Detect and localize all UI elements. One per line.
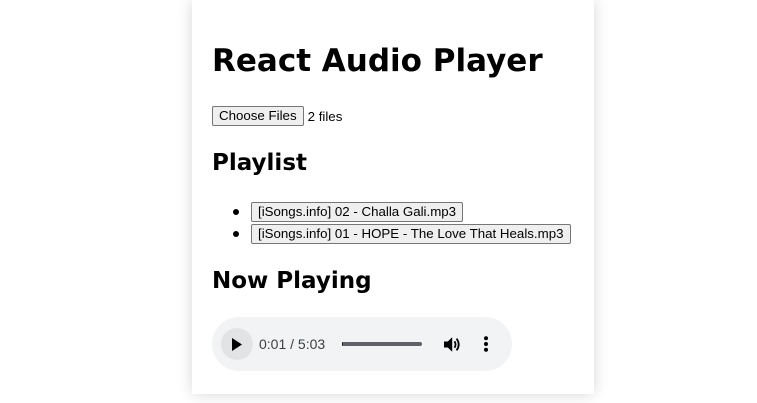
page-title: React Audio Player [212,43,543,79]
list-item: [iSongs.info] 02 - Challa Gali.mp3 [212,201,571,223]
track-button-hope[interactable]: [iSongs.info] 01 - HOPE - The Love That … [251,224,571,244]
bullet-icon [233,231,239,237]
more-options-button[interactable] [476,334,496,354]
volume-icon [444,336,460,352]
file-picker: Choose Files 2 files [212,106,342,126]
now-playing-heading: Now Playing [212,268,372,294]
more-vert-icon [484,336,488,352]
bullet-icon [233,209,239,215]
playlist-heading: Playlist [212,150,307,176]
progress-slider[interactable] [342,342,422,346]
audio-player: 0:01 / 5:03 [212,317,512,371]
play-button[interactable] [221,328,253,360]
file-count-label: 2 files [307,108,343,124]
track-button-challa-gali[interactable]: [iSongs.info] 02 - Challa Gali.mp3 [251,202,464,222]
list-item: [iSongs.info] 01 - HOPE - The Love That … [212,223,571,245]
choose-files-button[interactable]: Choose Files [212,106,304,126]
time-display: 0:01 / 5:03 [259,336,326,352]
playlist: [iSongs.info] 02 - Challa Gali.mp3 [iSon… [212,201,571,245]
volume-button[interactable] [442,334,464,354]
audio-player-card: React Audio Player Choose Files 2 files … [192,0,594,394]
play-icon [232,337,242,351]
